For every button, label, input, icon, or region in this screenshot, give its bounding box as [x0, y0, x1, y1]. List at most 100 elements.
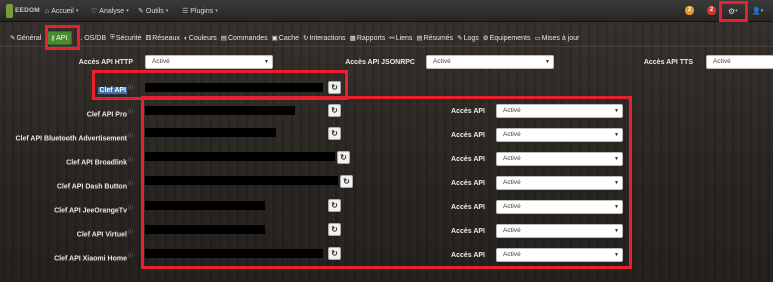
- tab-label: Mises à jour: [541, 34, 580, 42]
- api-key-dash-button-label: Clef API Dash Buttonⓘ: [57, 180, 133, 190]
- menu-accueil[interactable]: ⌂ Accueil ▾: [45, 5, 78, 17]
- info-icon: ⓘ: [127, 253, 133, 259]
- notification-badge-red[interactable]: 2: [707, 6, 716, 15]
- jsonrpc-access-label: Accès API JSONRPC: [345, 59, 415, 66]
- select-value: Activé: [433, 58, 451, 65]
- config-tabs: ✎ Général ⚷ API ... OS/DB ⛨ Sécurité ⚅ Résea…: [10, 31, 583, 45]
- menu-outils[interactable]: ✎ Outils ▾: [138, 5, 168, 17]
- tab-label: ... OS/DB: [76, 34, 106, 42]
- menu-plugins[interactable]: ☰ Plugins ▾: [182, 5, 218, 17]
- key-label-text: Clef API Broadlink: [66, 159, 127, 167]
- caret-down-icon: ▾: [75, 8, 79, 14]
- select-value: Activé: [713, 58, 731, 65]
- caret-down-icon: ▾: [165, 8, 169, 14]
- newspaper-icon: ▦: [349, 35, 356, 42]
- top-navbar: EEDOM ⌂ Accueil ▾ ♡ Analyse ▾ ✎ Outils ▾…: [0, 0, 773, 22]
- caret-down-icon: ▾: [760, 8, 764, 14]
- list-icon: ▤: [220, 35, 227, 42]
- key-label-text: Clef API Virtuel: [76, 231, 127, 239]
- tab-general[interactable]: ✎ Général: [10, 34, 42, 43]
- tab-label: Réseaux: [152, 34, 180, 42]
- tab-label: Cache: [278, 34, 300, 42]
- key-label-text: Clef API JeeOrangeTv: [54, 207, 127, 215]
- stethoscope-icon: ♡: [91, 8, 98, 15]
- caret-down-icon: ▾: [215, 8, 218, 14]
- logo-mark-icon: [6, 4, 13, 18]
- logo-text: EEDOM: [15, 7, 40, 14]
- tasks-icon: ☰: [182, 8, 189, 15]
- jsonrpc-access-select[interactable]: Activé ▼: [426, 55, 554, 69]
- api-key-jeeorangetv-label: Clef API JeeOrangeTvⓘ: [54, 204, 133, 214]
- user-menu-button[interactable]: 👤 ▾: [752, 5, 766, 17]
- info-icon: ⓘ: [127, 157, 133, 163]
- info-icon: ⓘ: [127, 109, 133, 115]
- wrench-icon: ✎: [10, 35, 16, 42]
- select-arrow-icon: ▼: [545, 59, 550, 65]
- tab-mises-a-jour[interactable]: ▭ Mises à jour: [534, 34, 580, 43]
- tab-divider: [0, 46, 773, 47]
- table-icon: ▤: [416, 35, 423, 42]
- key-label-text: Clef API Xiaomi Home: [54, 255, 127, 263]
- key-label-text: Clef API Pro: [86, 111, 127, 119]
- tab-label: Rapports: [356, 34, 386, 42]
- select-value: Activé: [152, 58, 170, 65]
- credit-card-icon: ▭: [534, 35, 541, 42]
- notification-badge-orange[interactable]: 2: [685, 6, 694, 15]
- tab-rapports[interactable]: ▦ Rapports: [349, 34, 386, 43]
- tab-reseaux[interactable]: ⚅ Réseaux: [145, 34, 180, 43]
- tint-icon: ◐: [183, 34, 188, 42]
- tab-label: Sécurité: [115, 34, 142, 42]
- info-icon: ⓘ: [127, 205, 133, 211]
- highlight-box-settings: [719, 1, 748, 22]
- key-label-text: Clef API Dash Button: [56, 183, 127, 191]
- hdd-icon: ▣: [271, 35, 278, 42]
- user-icon: 👤: [752, 8, 761, 15]
- sitemap-icon: ⚯: [389, 35, 395, 42]
- info-icon: ⓘ: [127, 181, 133, 187]
- jeedom-logo[interactable]: EEDOM: [6, 4, 40, 18]
- highlight-box-plugin-keys: [141, 96, 632, 269]
- menu-label: Accueil: [51, 7, 74, 15]
- api-key-pro-label: Clef API Proⓘ: [87, 108, 133, 118]
- tab-resumes[interactable]: ▤ Résumés: [416, 34, 454, 43]
- tab-label: Couleurs: [188, 34, 217, 42]
- tab-couleurs[interactable]: ◐ Couleurs: [184, 35, 217, 42]
- tab-label: Résumés: [423, 34, 454, 42]
- tts-access-select[interactable]: Activé: [706, 55, 773, 69]
- http-access-select[interactable]: Activé ▼: [145, 55, 273, 69]
- tab-interactions[interactable]: ↻ Interactions: [303, 34, 346, 43]
- tab-label: Général: [16, 34, 42, 42]
- home-icon: ⌂: [45, 7, 50, 15]
- highlight-box-api-tab: [45, 25, 80, 50]
- menu-label: Outils: [145, 7, 164, 15]
- tab-label: Logs: [463, 34, 479, 42]
- gear-icon: ⚙: [482, 35, 489, 42]
- menu-label: Analyse: [99, 7, 125, 15]
- wrench-icon: ✎: [138, 8, 144, 15]
- tab-label: Commandes: [227, 34, 268, 42]
- info-icon: ⓘ: [127, 229, 133, 235]
- api-key-xiaomi-home-label: Clef API Xiaomi Homeⓘ: [54, 252, 133, 262]
- tab-label: Liens: [395, 34, 413, 42]
- tab-securite[interactable]: ⛨ Sécurité: [110, 34, 142, 42]
- tab-liens[interactable]: ⚯ Liens: [389, 34, 413, 43]
- key-label-text: Clef API Bluetooth Advertisement: [15, 135, 127, 143]
- api-key-broadlink-label: Clef API Broadlinkⓘ: [66, 156, 133, 166]
- http-access-label: Accès API HTTP: [78, 59, 133, 66]
- tab-label: Interactions: [309, 34, 346, 42]
- refresh-icon: ↻: [303, 35, 309, 42]
- edit-icon: ✎: [457, 35, 463, 42]
- tab-os-db[interactable]: ... OS/DB: [76, 35, 106, 42]
- tab-logs[interactable]: ✎ Logs: [457, 34, 479, 43]
- menu-label: Plugins: [190, 7, 214, 15]
- tab-cache[interactable]: ▣ Cache: [271, 34, 300, 43]
- tab-label: Equipements: [489, 34, 531, 42]
- tab-commandes[interactable]: ▤ Commandes: [220, 34, 268, 43]
- rss-icon: ⚅: [145, 35, 152, 42]
- menu-analyse[interactable]: ♡ Analyse ▾: [91, 5, 129, 17]
- select-arrow-icon: ▼: [264, 59, 269, 65]
- tab-equipements[interactable]: ⚙ Equipements: [482, 34, 531, 43]
- tts-access-label: Accès API TTS: [643, 59, 693, 66]
- api-key-bluetooth-label: Clef API Bluetooth Advertisementⓘ: [15, 132, 133, 142]
- caret-down-icon: ▾: [126, 8, 129, 14]
